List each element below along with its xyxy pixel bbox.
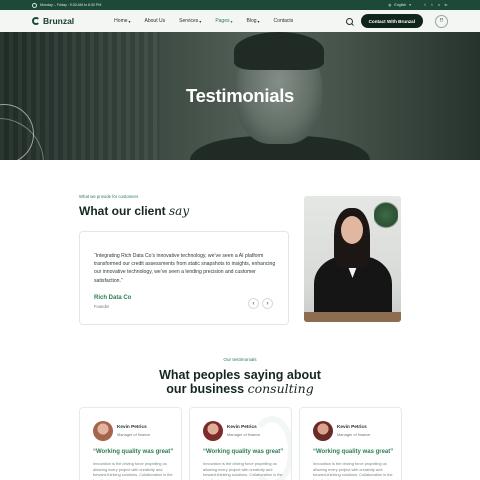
client-heading: What our client say: [79, 204, 189, 218]
client-heading-text: What our client: [79, 204, 166, 218]
facebook-icon[interactable]: f: [423, 3, 427, 7]
testimonial-card: Kevin Petrics Manager of finance “Workin…: [79, 407, 182, 480]
avatar: [313, 421, 333, 441]
clock-icon: [32, 2, 37, 8]
chevron-down-icon: ▾: [257, 18, 260, 24]
page-title: Testimonials: [185, 85, 295, 106]
avatar: [203, 421, 223, 441]
nav-item-contacts[interactable]: Contacts: [274, 18, 294, 24]
nav-item-pages[interactable]: Pages ▾: [215, 18, 232, 24]
chevron-down-icon: ▾: [409, 3, 411, 7]
nav-menu: Home ▾ About Us Services ▾ Pages ▾ Blog ▾ Co…: [114, 18, 293, 24]
testimonials-heading-line2: our business consulting: [0, 381, 480, 397]
arrow-right-icon[interactable]: ›: [262, 298, 273, 309]
client-photo-face: [341, 216, 363, 244]
quote-card: “Integrating Rich Data Co’s innovative t…: [79, 231, 289, 325]
testimonial-headline: “Working quality was great”: [93, 449, 174, 455]
nav-label: Services: [179, 18, 199, 24]
testimonial-card: Kevin Petrics Manager of finance “Workin…: [189, 407, 292, 480]
grid-menu-icon[interactable]: ⠿: [435, 14, 448, 28]
quote-text: “Integrating Rich Data Co’s innovative t…: [94, 253, 276, 284]
top-bar: Monday – Friday : 9:30 AM to 6:30 PM ◍ E…: [0, 0, 480, 10]
twitter-icon[interactable]: t: [430, 3, 434, 7]
nav-label: Blog: [246, 18, 257, 24]
brand-name: Brunzal: [43, 16, 75, 26]
brand-logo[interactable]: Brunzal: [32, 16, 74, 26]
globe-icon: ◍: [388, 3, 392, 7]
client-photo: [304, 196, 401, 322]
top-bar-right: ◍ English ▾ f t v in: [388, 3, 448, 7]
business-hours: Monday – Friday : 9:30 AM to 6:30 PM: [40, 3, 102, 7]
testimonial-body: Innovation is the driving force propelli…: [203, 461, 283, 480]
nav-item-about[interactable]: About Us: [145, 18, 166, 24]
quote-author: Rich Data Co: [94, 295, 132, 301]
logo-icon: [32, 17, 40, 25]
quote-author-role: Founder: [94, 304, 110, 309]
vimeo-icon[interactable]: v: [437, 3, 441, 7]
chevron-down-icon: ▾: [199, 18, 202, 24]
testimonial-name: Kevin Petrics: [337, 424, 367, 429]
avatar: [93, 421, 113, 441]
chevron-down-icon: ▾: [128, 18, 131, 24]
testimonial-body: Innovation is the driving force propelli…: [313, 461, 393, 480]
contact-button[interactable]: Contact With Brunzal: [360, 14, 423, 28]
arrow-left-icon[interactable]: ‹: [248, 298, 259, 309]
client-eyebrow: What we provide for customers: [79, 194, 139, 199]
nav-item-blog[interactable]: Blog ▾: [247, 18, 260, 24]
main-navigation: Brunzal Home ▾ About Us Services ▾ Pages ▾ …: [0, 10, 480, 32]
testimonial-position: Manager of finance: [117, 432, 151, 437]
hero-banner: Testimonials: [0, 32, 480, 160]
nav-item-services[interactable]: Services ▾: [179, 18, 201, 24]
testimonials-eyebrow: Our testimonials: [223, 357, 257, 362]
linkedin-icon[interactable]: in: [444, 3, 448, 7]
chevron-down-icon: ▾: [230, 18, 233, 24]
nav-label: Home: [114, 18, 128, 24]
nav-item-home[interactable]: Home ▾: [114, 18, 130, 24]
plant-image: [374, 200, 398, 230]
testimonial-headline: “Working quality was great”: [313, 449, 394, 455]
nav-label: Pages: [215, 18, 230, 24]
testimonials-heading-line1: What peoples saying about: [159, 368, 321, 382]
testimonials-heading-text: our business: [166, 382, 245, 396]
nav-label: About Us: [144, 18, 166, 24]
client-photo-desk: [304, 312, 401, 322]
testimonial-name: Kevin Petrics: [117, 424, 147, 429]
testimonial-position: Manager of finance: [227, 432, 261, 437]
language-select[interactable]: English: [394, 3, 406, 7]
testimonial-body: Innovation is the driving force propelli…: [93, 461, 173, 480]
testimonial-name: Kevin Petrics: [227, 424, 257, 429]
client-heading-italic: say: [169, 204, 190, 218]
testimonials-heading: What peoples saying about our business c…: [0, 368, 480, 396]
testimonial-card: Kevin Petrics Manager of finance “Workin…: [299, 407, 402, 480]
testimonial-position: Manager of finance: [337, 432, 371, 437]
nav-label: Contacts: [273, 18, 294, 24]
search-icon[interactable]: [345, 17, 353, 25]
testimonial-headline: “Working quality was great”: [203, 449, 284, 455]
testimonials-heading-italic: consulting: [247, 381, 314, 396]
